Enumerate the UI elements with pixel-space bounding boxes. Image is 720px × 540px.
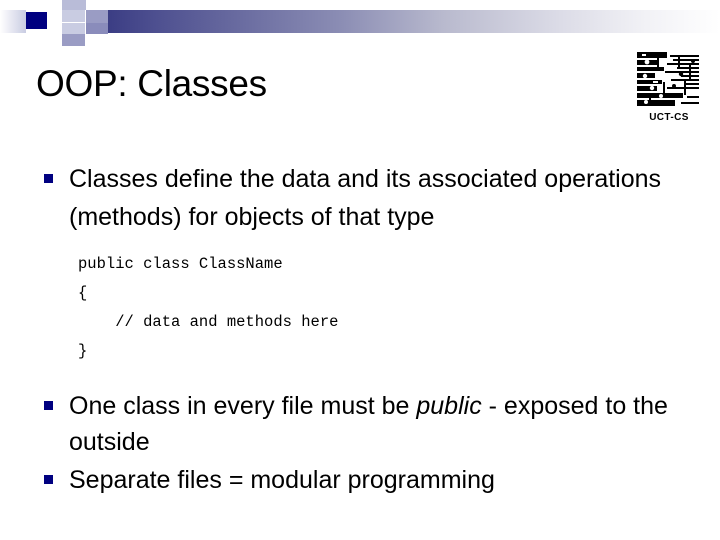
decorative-square-light-3 (62, 10, 85, 22)
header-gradient-bar (108, 10, 720, 33)
bullet-item: Separate files = modular programming (0, 462, 720, 498)
uct-cs-logo: UCT-CS (637, 52, 701, 124)
bullet-square-icon (44, 401, 53, 410)
bullet-text-prefix: One class in every file must be (69, 392, 417, 420)
decorative-square-light-1 (26, 0, 48, 10)
bullet-text: Separate files = modular programming (69, 466, 495, 494)
code-line-4: } (78, 342, 88, 360)
code-line-3: // data and methods here (78, 313, 339, 331)
code-line-1: public class ClassName (78, 255, 283, 273)
decorative-square-grid (0, 0, 112, 46)
slide: OOP: Classes UCT-CS Classes define the d… (0, 0, 720, 540)
decorative-square-mid-2 (86, 23, 108, 34)
decorative-square-light-4 (62, 23, 85, 34)
decorative-square-mid-1 (86, 10, 108, 23)
decorative-square-light-2 (62, 0, 86, 10)
bullet-item: Classes define the data and its associat… (0, 160, 720, 236)
bullet-square-icon (44, 174, 53, 183)
code-line-2: { (78, 284, 88, 302)
logo-caption: UCT-CS (649, 112, 689, 123)
bullet-item: One class in every file must be public -… (0, 388, 720, 460)
bullet-list-bottom: One class in every file must be public -… (0, 388, 720, 498)
decorative-square-dark (26, 12, 47, 29)
page-title: OOP: Classes (36, 63, 267, 104)
code-block: public class ClassName { // data and met… (78, 250, 720, 366)
bullet-text: One class in every file must be public -… (69, 388, 669, 460)
bullet-square-icon (44, 475, 53, 484)
bullet-text-emphasis: public (416, 392, 482, 420)
decorative-fade-strip (0, 10, 26, 33)
circuit-board-logo-icon (637, 52, 699, 108)
slide-body: Classes define the data and its associat… (0, 160, 720, 500)
bullet-text: Classes define the data and its associat… (69, 165, 662, 231)
decorative-square-mid-3 (62, 34, 85, 46)
